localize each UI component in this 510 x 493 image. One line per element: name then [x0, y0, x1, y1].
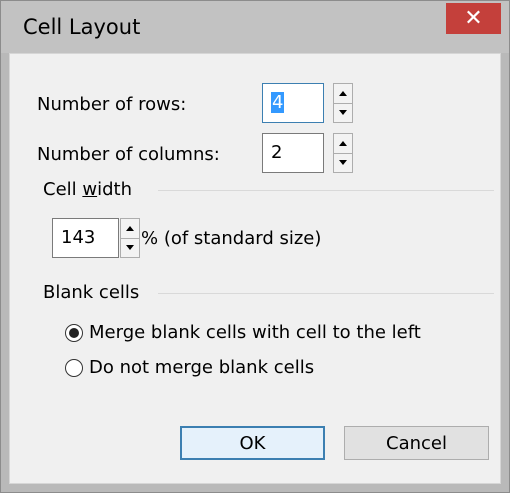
- cell-width-increment-button[interactable]: [121, 219, 139, 239]
- rows-input[interactable]: 4: [262, 83, 324, 123]
- do-not-merge-label[interactable]: Do not merge blank cells: [89, 357, 314, 379]
- dialog-title: Cell Layout: [23, 15, 141, 39]
- arrow-down-icon: [339, 110, 347, 115]
- dialog-body: Number of rows: 4 Number of columns: 2 C…: [9, 53, 501, 484]
- rows-increment-button[interactable]: [334, 84, 352, 104]
- cell-width-suffix: % (of standard size): [141, 228, 322, 249]
- columns-label: Number of columns:: [37, 144, 220, 165]
- merge-left-radio[interactable]: [65, 324, 83, 342]
- rows-decrement-button[interactable]: [334, 103, 352, 122]
- rows-label: Number of rows:: [37, 94, 187, 115]
- arrow-down-icon: [339, 160, 347, 165]
- cell-width-input[interactable]: 143: [52, 218, 119, 258]
- merge-left-label[interactable]: Merge blank cells with cell to the left: [89, 322, 421, 344]
- cell-width-divider: [158, 190, 494, 191]
- columns-input[interactable]: 2: [262, 133, 324, 173]
- title-bar: Cell Layout ✕: [1, 1, 509, 53]
- rows-spinner: [333, 83, 353, 123]
- cell-layout-dialog: Cell Layout ✕ Number of rows: 4 Number o…: [0, 0, 510, 493]
- columns-spinner: [333, 133, 353, 173]
- columns-increment-button[interactable]: [334, 134, 352, 154]
- columns-decrement-button[interactable]: [334, 153, 352, 172]
- do-not-merge-radio[interactable]: [65, 359, 83, 377]
- cell-width-decrement-button[interactable]: [121, 238, 139, 257]
- cancel-button[interactable]: Cancel: [344, 426, 489, 460]
- blank-cells-divider: [158, 293, 494, 294]
- rows-value: 4: [271, 92, 285, 113]
- ok-button[interactable]: OK: [180, 426, 325, 460]
- cell-width-spinner: [120, 218, 140, 258]
- cell-width-value: 143: [61, 227, 96, 248]
- radio-selected-dot: [69, 328, 79, 338]
- arrow-up-icon: [339, 91, 347, 96]
- close-button[interactable]: ✕: [446, 3, 501, 34]
- cell-width-section-label: Cell width: [43, 179, 133, 200]
- blank-cells-section-label: Blank cells: [43, 282, 140, 303]
- arrow-up-icon: [339, 141, 347, 146]
- columns-value: 2: [271, 142, 283, 163]
- arrow-down-icon: [126, 245, 134, 250]
- arrow-up-icon: [126, 226, 134, 231]
- close-icon: ✕: [464, 6, 483, 31]
